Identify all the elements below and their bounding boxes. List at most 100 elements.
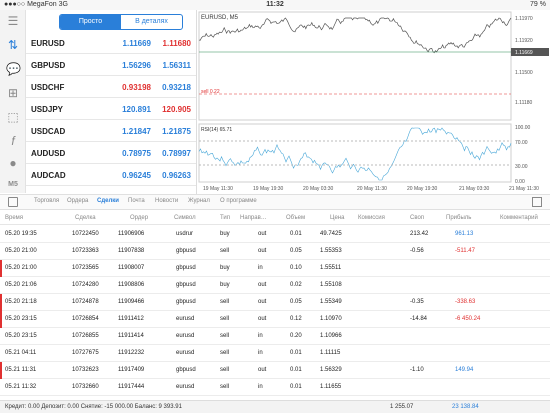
list-icon[interactable]: ☰ (6, 14, 20, 28)
deal-time: 05.21 11:32 (5, 384, 37, 390)
deal-order: 11909466 (118, 299, 145, 305)
deal-row[interactable]: 05.20 21:06 10724280 11908806 gbpusd buy out 0… (0, 277, 550, 294)
deal-dir: out (258, 282, 267, 288)
profit-total: 23 138.84 (452, 404, 479, 410)
deal-deal: 10726854 (72, 316, 99, 322)
deal-dir: in (258, 265, 263, 271)
column-header[interactable]: Цена (330, 215, 344, 221)
calendar-icon[interactable] (8, 197, 18, 207)
quote-bid: 120.891 (122, 105, 151, 114)
deal-vol: 0.12 (290, 316, 302, 322)
deal-row[interactable]: 05.20 23:15 10726855 11911414 eurusd sell in 0… (0, 328, 550, 345)
deal-row[interactable]: 05.20 21:00 10723363 11907838 gbpusd sell out… (0, 243, 550, 260)
column-header[interactable]: Комментарий (500, 215, 538, 221)
layout-icon[interactable] (532, 197, 542, 207)
quote-row[interactable]: USDCAD 1.21847 1.21875 (26, 120, 196, 142)
tab-6[interactable]: О программе (220, 198, 257, 204)
deal-sym: gbpusd (176, 299, 196, 305)
price-chart[interactable]: EURUSD, M5 sell 0.22 RSI(14) 65.71 1.11970 1… (196, 10, 550, 194)
quote-symbol: GBPUSD (31, 61, 66, 70)
column-header[interactable]: Комиссия (358, 215, 385, 221)
deal-row[interactable]: 05.20 23:15 10726854 11911412 eurusd sell out… (0, 311, 550, 328)
deal-sym: gbpusd (176, 248, 196, 254)
quote-row[interactable]: USDCHF 0.93198 0.93218 (26, 76, 196, 98)
quote-row[interactable]: AUDUSD 0.78975 0.78997 (26, 142, 196, 164)
function-icon[interactable]: f (6, 134, 20, 148)
deal-row[interactable]: 05.21 11:31 10732623 11917409 gbpusd sell out… (0, 362, 550, 379)
price-panel (198, 11, 512, 121)
deal-profit: -511.47 (455, 248, 475, 254)
column-header[interactable]: Ордер (130, 215, 148, 221)
deal-deal: 10724878 (72, 299, 99, 305)
tab-0[interactable]: Торговля (34, 198, 59, 204)
row-marker (0, 311, 2, 328)
deal-row[interactable]: 05.21 11:32 10732660 11917444 eurusd sell in 0… (0, 379, 550, 396)
deal-vol: 0.01 (290, 384, 302, 390)
users-icon[interactable]: ● (6, 156, 20, 170)
deal-type: sell (220, 384, 230, 390)
quote-symbol: USDCHF (31, 83, 65, 92)
deal-sym: eurusd (176, 350, 195, 356)
quotes-icon[interactable]: ⇅ (6, 38, 20, 52)
chat-icon[interactable]: 💬 (6, 62, 21, 76)
rsi-tick: 0.00 (515, 179, 525, 185)
timeframe-icon[interactable]: M5 (6, 178, 20, 192)
quote-bid: 1.56296 (122, 61, 151, 70)
quotes-header: Просто В деталях + (26, 10, 207, 32)
column-header[interactable]: Время (5, 215, 23, 221)
deal-row[interactable]: 05.20 19:35 10722450 11906906 usdrur buy out 0… (0, 226, 550, 243)
price-tick: 1.11180 (515, 100, 533, 106)
deal-deal: 10723565 (72, 265, 99, 271)
time-tick: 20 May 03:30 (303, 186, 334, 192)
time-tick: 21 May 11:30 (509, 186, 539, 192)
quote-symbol: USDJPY (31, 105, 64, 114)
time-tick: 21 May 03:30 (459, 186, 490, 192)
tab-3[interactable]: Почта (128, 198, 145, 204)
account-summary: Кредит: 0.00 Депозит: 0.00 Снятие: -15 0… (0, 400, 550, 413)
column-header[interactable]: Объем (286, 215, 305, 221)
deal-swap: 213.42 (410, 231, 429, 237)
objects-icon[interactable]: ⬚ (6, 110, 20, 124)
deal-price: 1.56329 (320, 367, 342, 373)
deal-row[interactable]: 05.21 04:11 10727675 11912232 eurusd sell in 0… (0, 345, 550, 362)
deal-order: 11917409 (118, 367, 145, 373)
deal-order: 11911414 (118, 333, 144, 339)
deal-row[interactable]: 05.20 21:00 10723565 11908007 gbpusd buy in 0.… (0, 260, 550, 277)
price-tick: 1.11970 (515, 16, 533, 22)
add-document-icon[interactable]: ⊞ (6, 86, 20, 100)
deal-swap: -1.10 (410, 367, 424, 373)
tab-4[interactable]: Новости (155, 198, 178, 204)
deal-time: 05.20 21:18 (5, 299, 37, 305)
deal-time: 05.20 23:15 (5, 333, 37, 339)
deal-vol: 0.01 (290, 367, 302, 373)
summary-text: Кредит: 0.00 Депозит: 0.00 Снятие: -15 0… (5, 404, 182, 410)
deal-deal: 10724280 (72, 282, 99, 288)
deal-type: sell (220, 333, 230, 339)
column-header[interactable]: Тип (220, 215, 230, 221)
quote-row[interactable]: AUDCAD 0.96245 0.96263 (26, 164, 196, 186)
column-header[interactable]: Прибыль (446, 215, 471, 221)
column-header[interactable]: Направ… (240, 215, 267, 221)
column-header[interactable]: Своп (410, 215, 424, 221)
quote-row[interactable]: USDJPY 120.891 120.905 (26, 98, 196, 120)
quote-row[interactable]: EURUSD 1.11669 1.11680 (26, 32, 196, 54)
current-price: 1.11669 (515, 50, 533, 56)
tab-5[interactable]: Журнал (188, 198, 210, 204)
tab-2[interactable]: Сделки (97, 198, 119, 204)
price-tick: 1.11920 (515, 38, 533, 44)
view-mode-switch: Просто В деталях (59, 14, 183, 30)
detailed-view-button[interactable]: В деталях (121, 15, 182, 29)
rsi-tick: 70.00 (515, 140, 528, 146)
quote-row[interactable]: GBPUSD 1.56296 1.56311 (26, 54, 196, 76)
quote-symbol: EURUSD (31, 39, 65, 48)
tab-1[interactable]: Ордера (67, 198, 88, 204)
quote-ask: 1.21875 (162, 127, 191, 136)
chart-canvas: EURUSD, M5 sell 0.22 RSI(14) 65.71 1.11970 1… (198, 11, 549, 192)
time-tick: 19 May 19:30 (253, 186, 284, 192)
deal-row[interactable]: 05.20 21:18 10724878 11909466 gbpusd sell out… (0, 294, 550, 311)
deal-deal: 10723363 (72, 248, 99, 254)
column-header[interactable]: Сделка (75, 215, 96, 221)
column-header[interactable]: Символ (174, 215, 196, 221)
deal-sym: eurusd (176, 316, 195, 322)
simple-view-button[interactable]: Просто (60, 15, 121, 29)
